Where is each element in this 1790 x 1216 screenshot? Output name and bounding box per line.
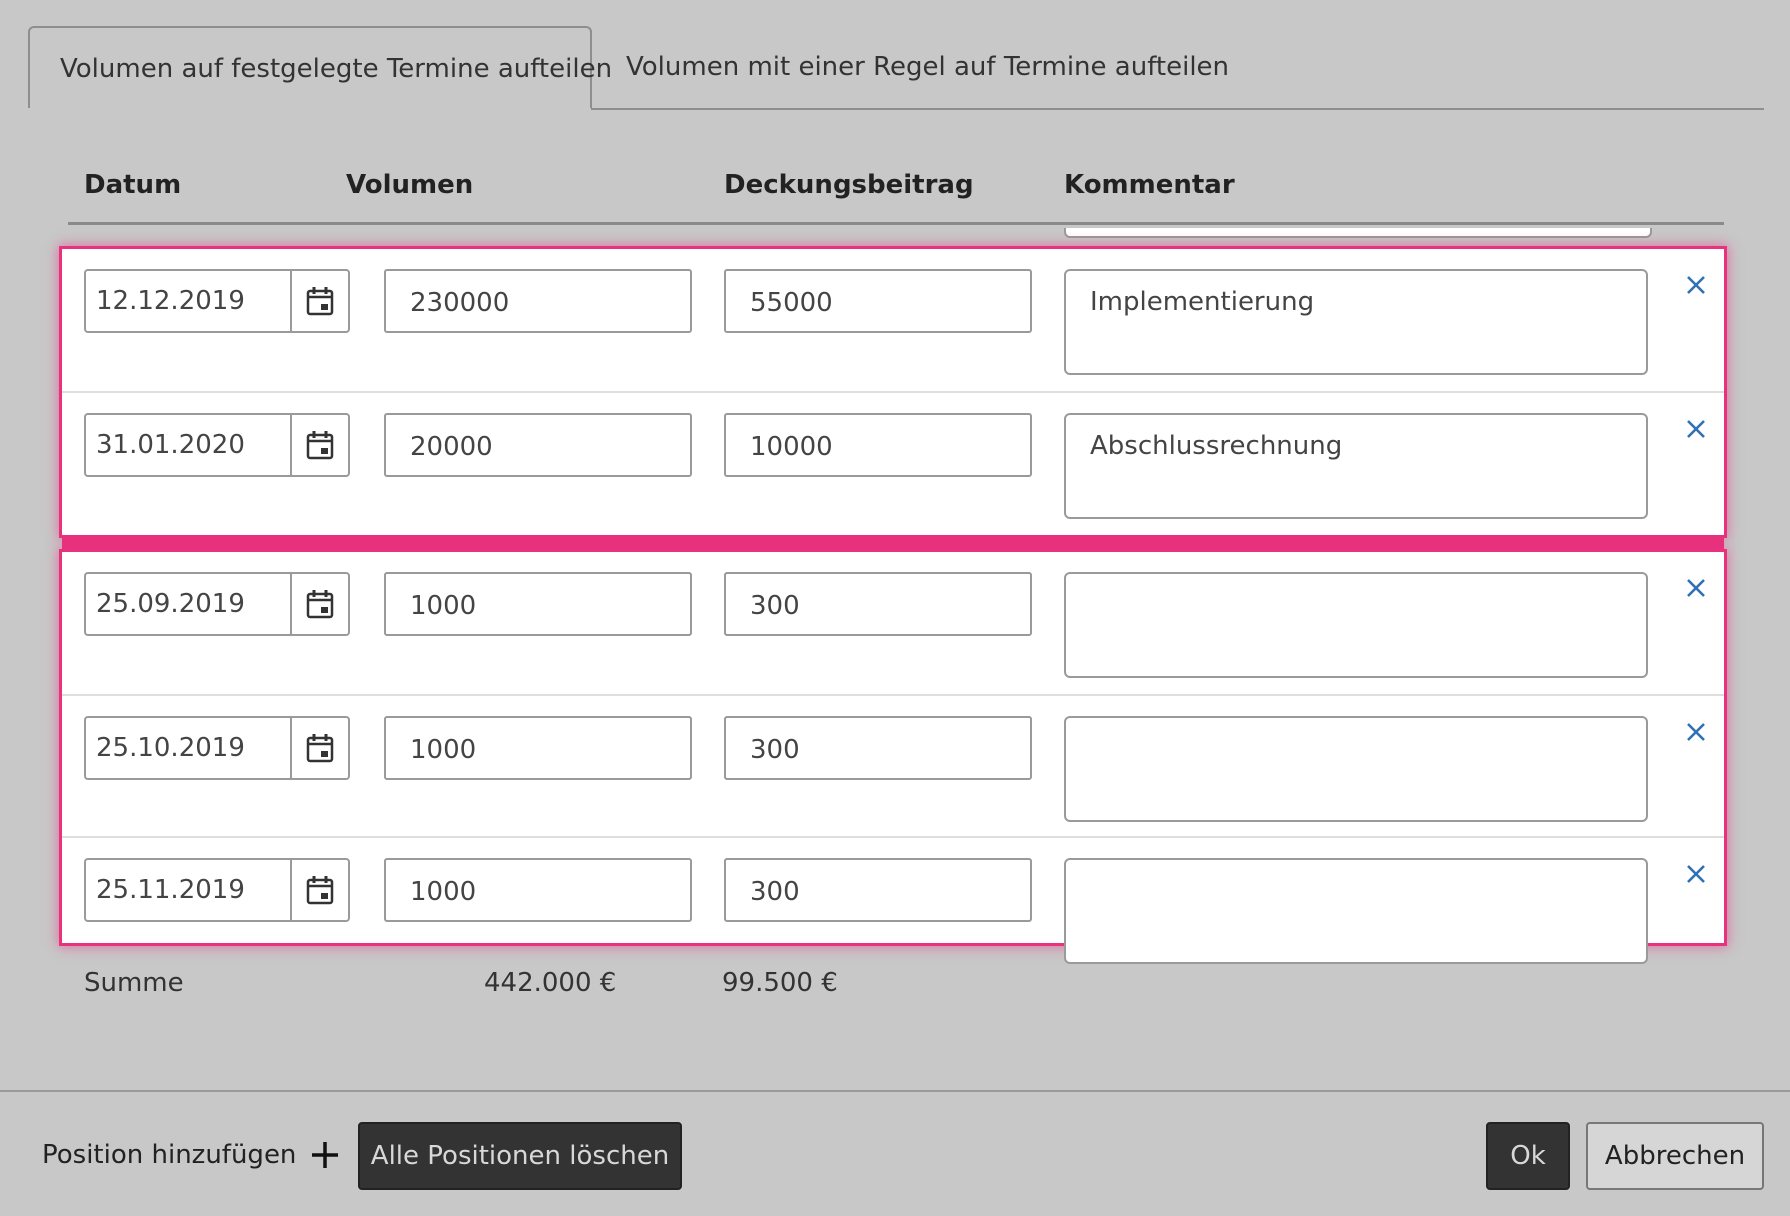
column-header-volume: Volumen — [346, 170, 474, 200]
calendar-icon[interactable] — [290, 574, 348, 634]
delete-all-positions-button[interactable]: Alle Positionen löschen — [358, 1122, 682, 1190]
volume-input[interactable] — [384, 269, 692, 333]
tab-bar: Volumen auf festgelegte Termine aufteile… — [28, 26, 1764, 110]
calendar-icon[interactable] — [290, 860, 348, 920]
column-header-comment: Kommentar — [1064, 170, 1235, 200]
margin-input[interactable] — [724, 572, 1032, 636]
calendar-icon[interactable] — [290, 718, 348, 778]
comment-field[interactable] — [1064, 572, 1648, 678]
comment-field[interactable]: Implementierung — [1064, 269, 1648, 375]
tab-divider — [591, 108, 1764, 110]
close-icon[interactable] — [1682, 415, 1710, 443]
tab-rule-dates[interactable]: Volumen mit einer Regel auf Termine auft… — [594, 26, 1261, 108]
date-input[interactable] — [86, 860, 290, 920]
table-row: Implementierung — [62, 249, 1724, 391]
summary-margin: 99.500 € — [722, 968, 838, 998]
table-row: Abschlussrechnung — [62, 391, 1724, 535]
calendar-icon[interactable] — [290, 271, 348, 331]
close-icon[interactable] — [1682, 574, 1710, 602]
cancel-button[interactable]: Abbrechen — [1586, 1122, 1764, 1190]
table-row — [62, 552, 1724, 694]
highlight-group-1: Implementierung Abschlussrechnung — [62, 249, 1724, 535]
volume-input[interactable] — [384, 572, 692, 636]
summary-label: Summe — [84, 968, 184, 998]
date-input[interactable] — [86, 271, 290, 331]
margin-input[interactable] — [724, 858, 1032, 922]
volume-input[interactable] — [384, 858, 692, 922]
date-picker — [84, 716, 350, 780]
comment-field[interactable]: Abschlussrechnung — [1064, 413, 1648, 519]
table-row — [62, 694, 1724, 838]
volume-input[interactable] — [384, 716, 692, 780]
margin-input[interactable] — [724, 269, 1032, 333]
add-position-label: Position hinzufügen — [42, 1140, 297, 1170]
summary-volume: 442.000 € — [484, 968, 617, 998]
plus-icon[interactable] — [310, 1140, 340, 1170]
comment-field[interactable] — [1064, 716, 1648, 822]
close-icon[interactable] — [1682, 860, 1710, 888]
table-header: Datum Volumen Deckungsbeitrag Kommentar — [68, 150, 1724, 225]
date-picker — [84, 572, 350, 636]
scrolled-comment-field — [1064, 228, 1652, 238]
close-icon[interactable] — [1682, 271, 1710, 299]
date-input[interactable] — [86, 415, 290, 475]
table-row — [62, 836, 1724, 980]
margin-input[interactable] — [724, 716, 1032, 780]
calendar-icon[interactable] — [290, 415, 348, 475]
ok-button[interactable]: Ok — [1486, 1122, 1570, 1190]
date-picker — [84, 413, 350, 477]
volume-input[interactable] — [384, 413, 692, 477]
highlight-separator — [62, 535, 1724, 552]
footer-divider — [0, 1090, 1790, 1092]
highlight-group-2 — [62, 552, 1724, 964]
add-position-button[interactable]: Position hinzufügen — [42, 1128, 340, 1182]
date-input[interactable] — [86, 718, 290, 778]
tab-fixed-dates[interactable]: Volumen auf festgelegte Termine aufteile… — [28, 26, 612, 108]
margin-input[interactable] — [724, 413, 1032, 477]
column-header-margin: Deckungsbeitrag — [724, 170, 974, 200]
close-icon[interactable] — [1682, 718, 1710, 746]
date-picker — [84, 858, 350, 922]
column-header-date: Datum — [84, 170, 182, 200]
comment-field[interactable] — [1064, 858, 1648, 964]
date-input[interactable] — [86, 574, 290, 634]
date-picker — [84, 269, 350, 333]
